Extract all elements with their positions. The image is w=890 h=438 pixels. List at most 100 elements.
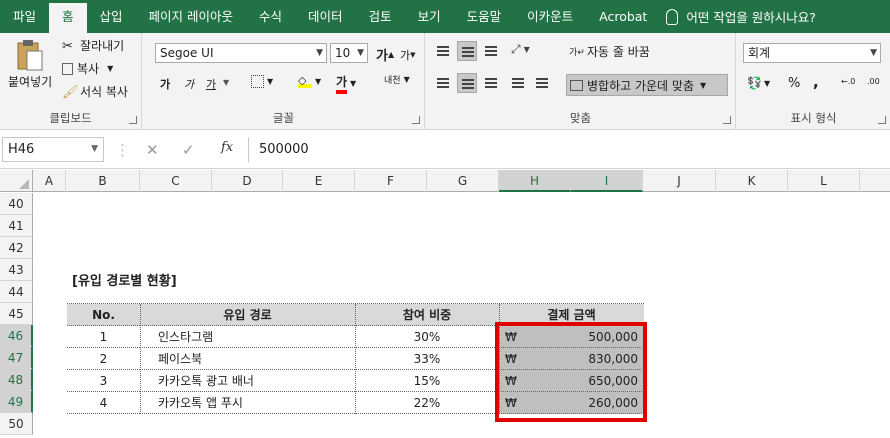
row-header-48[interactable]: 48 [0, 369, 33, 391]
tab-home[interactable]: 홈 [49, 3, 87, 33]
align-middle-button[interactable] [457, 41, 477, 61]
number-launcher-icon[interactable] [878, 116, 886, 124]
cell-path[interactable]: 카카오톡 앱 푸시 [140, 392, 355, 414]
orientation-button[interactable]: ⤢ ▼ [511, 42, 530, 57]
borders-icon [251, 75, 264, 88]
column-header-a[interactable]: A [33, 170, 66, 192]
cell-no[interactable]: 3 [67, 370, 140, 392]
name-box[interactable]: H46 ▼ [2, 137, 104, 162]
tab-help[interactable]: 도움말 [454, 0, 515, 33]
accounting-format-button[interactable]: 💱 ▼ [747, 76, 770, 90]
tab-formulas[interactable]: 수식 [246, 0, 295, 33]
row-header-50[interactable]: 50 [0, 413, 33, 435]
cell-no[interactable]: 1 [67, 326, 140, 348]
table-title: [유입 경로별 현황] [72, 274, 177, 289]
alignment-launcher-icon[interactable] [723, 116, 731, 124]
header-path[interactable]: 유입 경로 [140, 304, 355, 326]
tab-review[interactable]: 검토 [356, 0, 405, 33]
row-header-44[interactable]: 44 [0, 281, 33, 303]
header-share[interactable]: 참여 비중 [355, 304, 499, 326]
cancel-icon[interactable]: ✕ [146, 141, 159, 159]
column-header-d[interactable]: D [212, 170, 283, 192]
shrink-font-button[interactable]: 가 ▼ [400, 47, 416, 63]
enter-icon[interactable]: ✓ [182, 141, 195, 159]
align-top-button[interactable] [433, 41, 453, 61]
tab-file[interactable]: 파일 [0, 0, 49, 33]
cell-share[interactable]: 33% [355, 348, 499, 370]
row-header-40[interactable]: 40 [0, 193, 33, 215]
align-left-button[interactable] [433, 73, 453, 93]
font-launcher-icon[interactable] [412, 116, 420, 124]
wrap-text-label: 자동 줄 바꿈 [587, 45, 650, 59]
column-header-l[interactable]: L [788, 170, 860, 192]
insert-function-button[interactable]: fx [221, 140, 233, 155]
increase-decimal-button[interactable]: ←.0 [841, 77, 855, 86]
cut-button[interactable]: ✂ 잘라내기 [62, 37, 124, 54]
row-header-42[interactable]: 42 [0, 237, 33, 259]
copy-icon [62, 62, 73, 75]
paste-button[interactable]: 붙여넣기 [8, 39, 52, 90]
tell-me-box[interactable]: 어떤 작업을 원하시나요? [666, 7, 816, 26]
copy-button[interactable]: 복사 ▼ [62, 60, 113, 77]
align-center-button[interactable] [457, 73, 477, 93]
tab-view[interactable]: 보기 [405, 0, 454, 33]
borders-button[interactable]: ▼ [251, 75, 273, 88]
clipboard-launcher-icon[interactable] [129, 116, 137, 124]
align-right-button[interactable] [481, 73, 501, 93]
font-color-button[interactable]: 가 ▼ [336, 73, 356, 94]
cell-share[interactable]: 30% [355, 326, 499, 348]
cell-share[interactable]: 22% [355, 392, 499, 414]
percent-style-button[interactable]: % [788, 76, 800, 91]
tab-acrobat[interactable]: Acrobat [586, 0, 660, 33]
column-header-f[interactable]: F [355, 170, 427, 192]
row-header-43[interactable]: 43 [0, 259, 33, 281]
grow-font-button[interactable]: 가 ▲ [376, 45, 394, 64]
cell-path[interactable]: 페이스북 [140, 348, 355, 370]
cell-share[interactable]: 15% [355, 370, 499, 392]
number-format-combo[interactable]: 회계 ▼ [743, 43, 881, 63]
row-header-41[interactable]: 41 [0, 215, 33, 237]
comma-style-button[interactable]: , [813, 73, 819, 91]
cell-no[interactable]: 2 [67, 348, 140, 370]
increase-indent-button[interactable] [532, 73, 552, 93]
decrease-decimal-button[interactable]: .00 [867, 77, 880, 86]
wrap-text-button[interactable]: 가↵ 자동 줄 바꿈 [569, 43, 650, 60]
fill-color-button[interactable]: ◇ ▼ [298, 74, 321, 88]
tab-data[interactable]: 데이터 [295, 0, 356, 33]
formula-input[interactable]: 500000 [248, 137, 886, 162]
cell-path[interactable]: 인스타그램 [140, 326, 355, 348]
chevron-down-icon: ▼ [403, 75, 410, 84]
align-bottom-button[interactable] [481, 41, 501, 61]
column-header-g[interactable]: G [427, 170, 499, 192]
cell-path[interactable]: 카카오톡 광고 배너 [140, 370, 355, 392]
column-header-h[interactable]: H [499, 170, 571, 192]
merge-center-button[interactable]: 병합하고 가운데 맞춤 ▼ [566, 74, 728, 96]
chevron-down-icon: ▼ [700, 80, 707, 90]
tab-page-layout[interactable]: 페이지 레이아웃 [136, 0, 246, 33]
column-header-e[interactable]: E [283, 170, 355, 192]
font-name-combo[interactable]: Segoe UI ▼ [155, 43, 327, 63]
column-header-k[interactable]: K [716, 170, 788, 192]
header-no[interactable]: No. [67, 304, 140, 326]
select-all-button[interactable] [0, 170, 33, 192]
row-header-47[interactable]: 47 [0, 347, 33, 369]
tab-insert[interactable]: 삽입 [87, 0, 136, 33]
row-header-46[interactable]: 46 [0, 325, 33, 347]
column-header-b[interactable]: B [66, 170, 140, 192]
tab-ecount[interactable]: 이카운트 [514, 0, 586, 33]
column-header-c[interactable]: C [140, 170, 212, 192]
row-header-49[interactable]: 49 [0, 391, 33, 413]
currency-icon: 💱 [747, 76, 762, 90]
italic-button[interactable]: 가 [184, 76, 194, 92]
column-header-i[interactable]: I [571, 170, 643, 192]
format-painter-button[interactable]: 🖌 서식 복사 [62, 83, 128, 100]
cell-no[interactable]: 4 [67, 392, 140, 414]
row-header-45[interactable]: 45 [0, 303, 33, 325]
bold-button[interactable]: 가 [160, 76, 170, 92]
column-header-j[interactable]: J [643, 170, 716, 192]
decrease-indent-button[interactable] [508, 73, 528, 93]
underline-button[interactable]: 가 [206, 76, 216, 92]
font-size-combo[interactable]: 10 ▼ [330, 43, 368, 63]
phonetic-button[interactable]: 내천 ▼ [384, 73, 410, 86]
chevron-down-icon[interactable]: ▼ [223, 78, 229, 87]
